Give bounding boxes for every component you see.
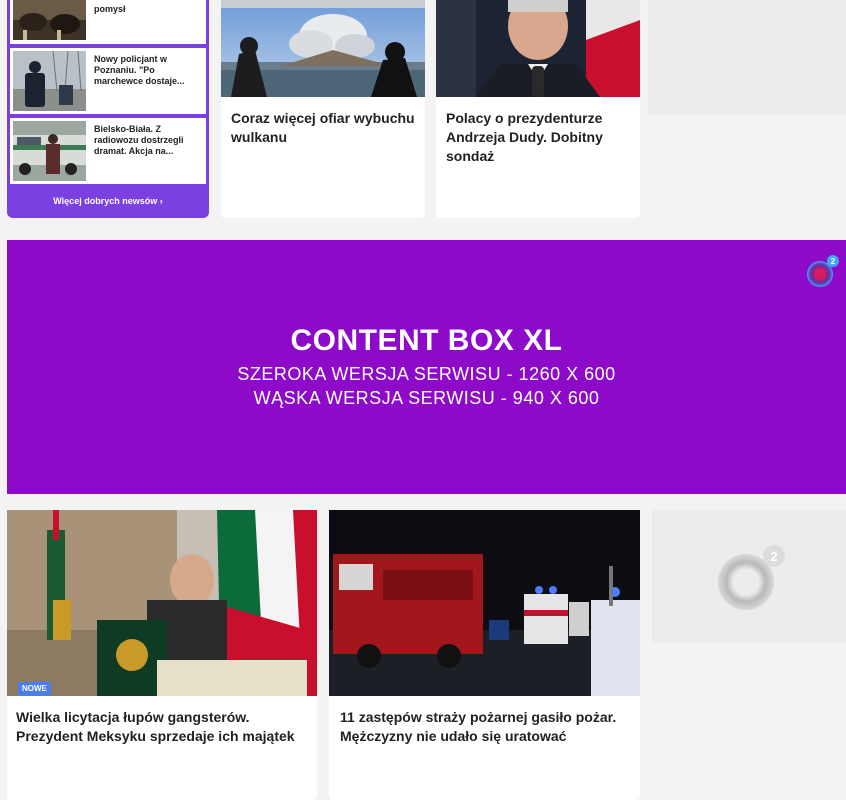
article-title[interactable]: Coraz więcej ofiar wybuchu wulkanu — [231, 109, 415, 147]
good-news-box: pomysł Nowy policjant w Poznaniu. "Po ma… — [7, 0, 209, 218]
article-title[interactable]: Polacy o prezydenturze Andrzeja Dudy. Do… — [446, 109, 630, 166]
ad-placeholder — [648, 0, 846, 115]
article-card[interactable]: Polacy o prezydenturze Andrzeja Dudy. Do… — [436, 0, 640, 218]
volcano-photo — [221, 0, 425, 97]
o2-logo-placeholder-icon: 2 — [718, 545, 785, 610]
article-card[interactable]: NOWE Wielka licytacja łupów gangsterów. … — [7, 510, 317, 800]
o2-placeholder-sup: 2 — [770, 549, 777, 564]
article-card[interactable]: Coraz więcej ofiar wybuchu wulkanu — [221, 0, 425, 218]
new-badge: NOWE — [18, 682, 51, 696]
article-title[interactable]: 11 zastępów straży pożarnej gasiło pożar… — [340, 708, 630, 746]
good-news-item-text: pomysł — [94, 4, 126, 14]
police-car-thumbnail — [13, 121, 86, 181]
fire-trucks-photo — [329, 510, 640, 696]
o2-logo-sup: 2 — [831, 257, 836, 266]
article-title[interactable]: Wielka licytacja łupów gangsterów. Prezy… — [16, 708, 307, 746]
banner-title: CONTENT BOX XL — [290, 324, 563, 357]
police-thumbnail — [13, 51, 86, 111]
banner-line-narrow: WĄSKA WERSJA SERWISU - 940 X 600 — [253, 388, 600, 408]
o2-logo-icon: 2 — [807, 255, 839, 287]
more-good-news-link[interactable]: Więcej dobrych newsów › — [7, 184, 209, 218]
article-card[interactable]: 11 zastępów straży pożarnej gasiło pożar… — [329, 510, 640, 800]
good-news-item[interactable]: pomysł — [10, 0, 206, 44]
good-news-item-text: Nowy policjant w Poznaniu. "Po marchewce… — [94, 54, 185, 86]
dogs-thumbnail — [13, 0, 86, 40]
ad-placeholder: 2 — [652, 510, 846, 643]
president-photo — [436, 0, 640, 97]
good-news-item[interactable]: Nowy policjant w Poznaniu. "Po marchewce… — [10, 48, 206, 114]
good-news-item[interactable]: Bielsko-Biała. Z radiowozu dostrzegli dr… — [10, 118, 206, 184]
mexico-president-photo — [7, 510, 317, 696]
banner-line-wide: SZEROKA WERSJA SERWISU - 1260 X 600 — [237, 364, 616, 384]
good-news-item-text: Bielsko-Biała. Z radiowozu dostrzegli dr… — [94, 124, 184, 156]
content-box-xl-banner[interactable]: 2 CONTENT BOX XL SZEROKA WERSJA SERWISU … — [7, 240, 846, 494]
